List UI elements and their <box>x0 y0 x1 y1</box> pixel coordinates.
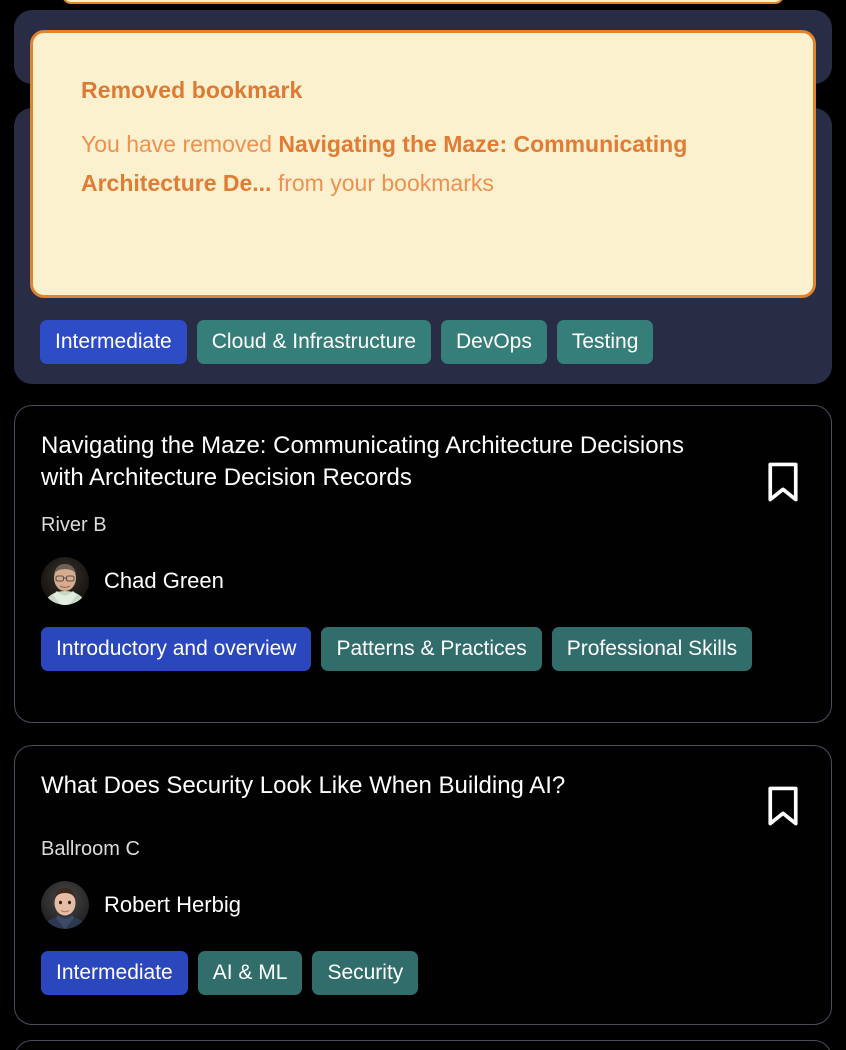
session-tag-level-badge[interactable]: Introductory and overview <box>41 627 312 671</box>
session-speaker-name: Robert Herbig <box>104 892 241 917</box>
app-viewport: Intermediate Cloud & Infrastructure DevOps… <box>0 0 846 1050</box>
bookmark-outline-icon <box>768 786 798 826</box>
session-card-next-partial[interactable] <box>14 1040 832 1050</box>
toast-message-prefix: You have removed <box>81 130 279 157</box>
bookmark-outline-icon <box>768 462 798 502</box>
session-speaker-name: Chad Green <box>104 568 224 593</box>
navy-card-tag-topic-badge[interactable]: Testing <box>556 320 654 364</box>
session-card-header: What Does Security Look Like When Buildi… <box>41 770 805 832</box>
session-tag-topic-badge[interactable]: Security <box>312 951 419 995</box>
avatar <box>41 881 89 929</box>
session-speaker-row: Robert Herbig <box>41 881 805 929</box>
session-tag-topic-badge[interactable]: Patterns & Practices <box>321 627 542 671</box>
avatar-photo-robert-herbig <box>41 881 89 929</box>
session-room: River B <box>41 514 107 536</box>
toast-message-suffix: from your bookmarks <box>271 170 494 197</box>
bookmark-toggle-button[interactable] <box>761 780 805 832</box>
removed-bookmark-toast[interactable]: Removed bookmark You have removed Naviga… <box>30 30 816 298</box>
avatar-photo-chad-green <box>41 557 89 605</box>
session-speaker-row: Chad Green <box>41 557 805 605</box>
avatar <box>41 557 89 605</box>
session-tag-list: Intermediate AI & ML Security <box>41 951 805 995</box>
session-title: What Does Security Look Like When Buildi… <box>41 772 566 799</box>
session-tag-level-badge[interactable]: Intermediate <box>41 951 188 995</box>
session-tag-list: Introductory and overview Patterns & Prac… <box>41 627 805 671</box>
session-tag-topic-badge[interactable]: AI & ML <box>197 951 303 995</box>
session-card-security-building-ai[interactable]: What Does Security Look Like When Buildi… <box>14 745 832 1025</box>
navy-card-tag-level-badge[interactable]: Intermediate <box>40 320 187 364</box>
session-card-header: Navigating the Maze: Communicating Archi… <box>41 430 805 508</box>
session-tag-topic-badge[interactable]: Professional Skills <box>551 627 753 671</box>
navy-card-tag-topic-badge[interactable]: DevOps <box>441 320 547 364</box>
session-title: Navigating the Maze: Communicating Archi… <box>41 432 684 491</box>
toast-message: You have removed Navigating the Maze: Co… <box>81 125 773 204</box>
navy-card-tag-list: Intermediate Cloud & Infrastructure DevOps… <box>40 320 654 364</box>
bookmark-toggle-button[interactable] <box>761 456 805 508</box>
previous-toast-sliver <box>62 0 784 4</box>
session-room: Ballroom C <box>41 838 140 860</box>
session-card-navigating-the-maze[interactable]: Navigating the Maze: Communicating Archi… <box>14 405 832 723</box>
navy-card-tag-topic-badge[interactable]: Cloud & Infrastructure <box>196 320 431 364</box>
toast-title: Removed bookmark <box>81 77 303 103</box>
